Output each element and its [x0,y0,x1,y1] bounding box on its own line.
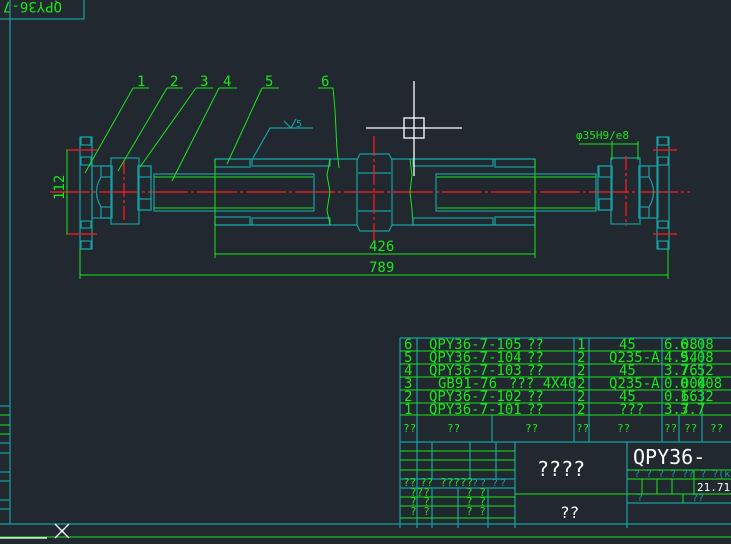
viewport-tag: QPY36-7 [3,0,62,14]
company-name: ?? [560,503,579,522]
bom-table: 6 QPY36-7-105?? 1 45 6.086.085 QPY36-7-104?? 2… [399,337,731,528]
bom-no: 1 [404,402,412,418]
stage-header: ? ? ? ? ?? ? ?(kg)? [634,469,731,480]
bom-total-weight: 3.7 [680,402,705,418]
ucs-icon [54,523,70,539]
bom-row: 1 QPY36-7-101?? 2??? 3.73.7 [404,402,705,418]
balloon-5: 5 [265,74,273,90]
bom-name: ?? [527,402,544,418]
roughness-symbol [252,118,313,159]
dimension-height: 112 [52,175,68,200]
cad-drawing-canvas[interactable]: QPY36-7 φ35H9/e8 112 426 789 1 2 3 4 5 6… [0,0,731,544]
bom-header-cell: ?? [684,422,697,435]
roughness-value: 5 [296,119,302,130]
balloon-4: 4 [223,74,231,90]
crosshair-cursor-icon [366,81,462,176]
drawing-name: ???? [537,457,585,481]
sheet-label-2: ?? [692,493,704,504]
title-block: ???? ?? QPY36- ? ? ? ? ?? ? ?(kg)? 21.71… [400,442,731,528]
bom-header-cell: ?? [710,422,723,435]
sheet-label-1: ? [637,493,643,504]
balloon-2: 2 [170,74,178,90]
bom-code: QPY36-7-101 [429,402,522,418]
title-block-label: ? ? [410,505,430,518]
title-block-label: ? [500,478,506,489]
bom-header-cell: ?? [664,422,677,435]
assembly-view: φ35H9/e8 112 426 789 1 2 3 4 5 6 5 [50,74,690,279]
balloon-1: 1 [137,74,145,90]
bom-header-cell: ?? [447,422,460,435]
balloon-6: 6 [321,74,329,90]
bom-material: ??? [619,402,644,418]
bom-header-cell: ?? [525,422,538,435]
bom-qty: 2 [577,402,585,418]
dimension-inner: 426 [369,239,394,255]
dimension-overall: 789 [369,260,394,276]
viewport-frame: QPY36-7 [0,0,731,539]
bom-header-cell: ?? [403,422,416,435]
balloon-3: 3 [200,74,208,90]
title-block-label: ? ? [466,505,486,518]
bom-header-cell: ?? [617,422,630,435]
drawing-number: QPY36- [633,445,705,469]
fit-tolerance-label: φ35H9/e8 [576,129,629,142]
bom-header-cell: ?? [576,422,589,435]
